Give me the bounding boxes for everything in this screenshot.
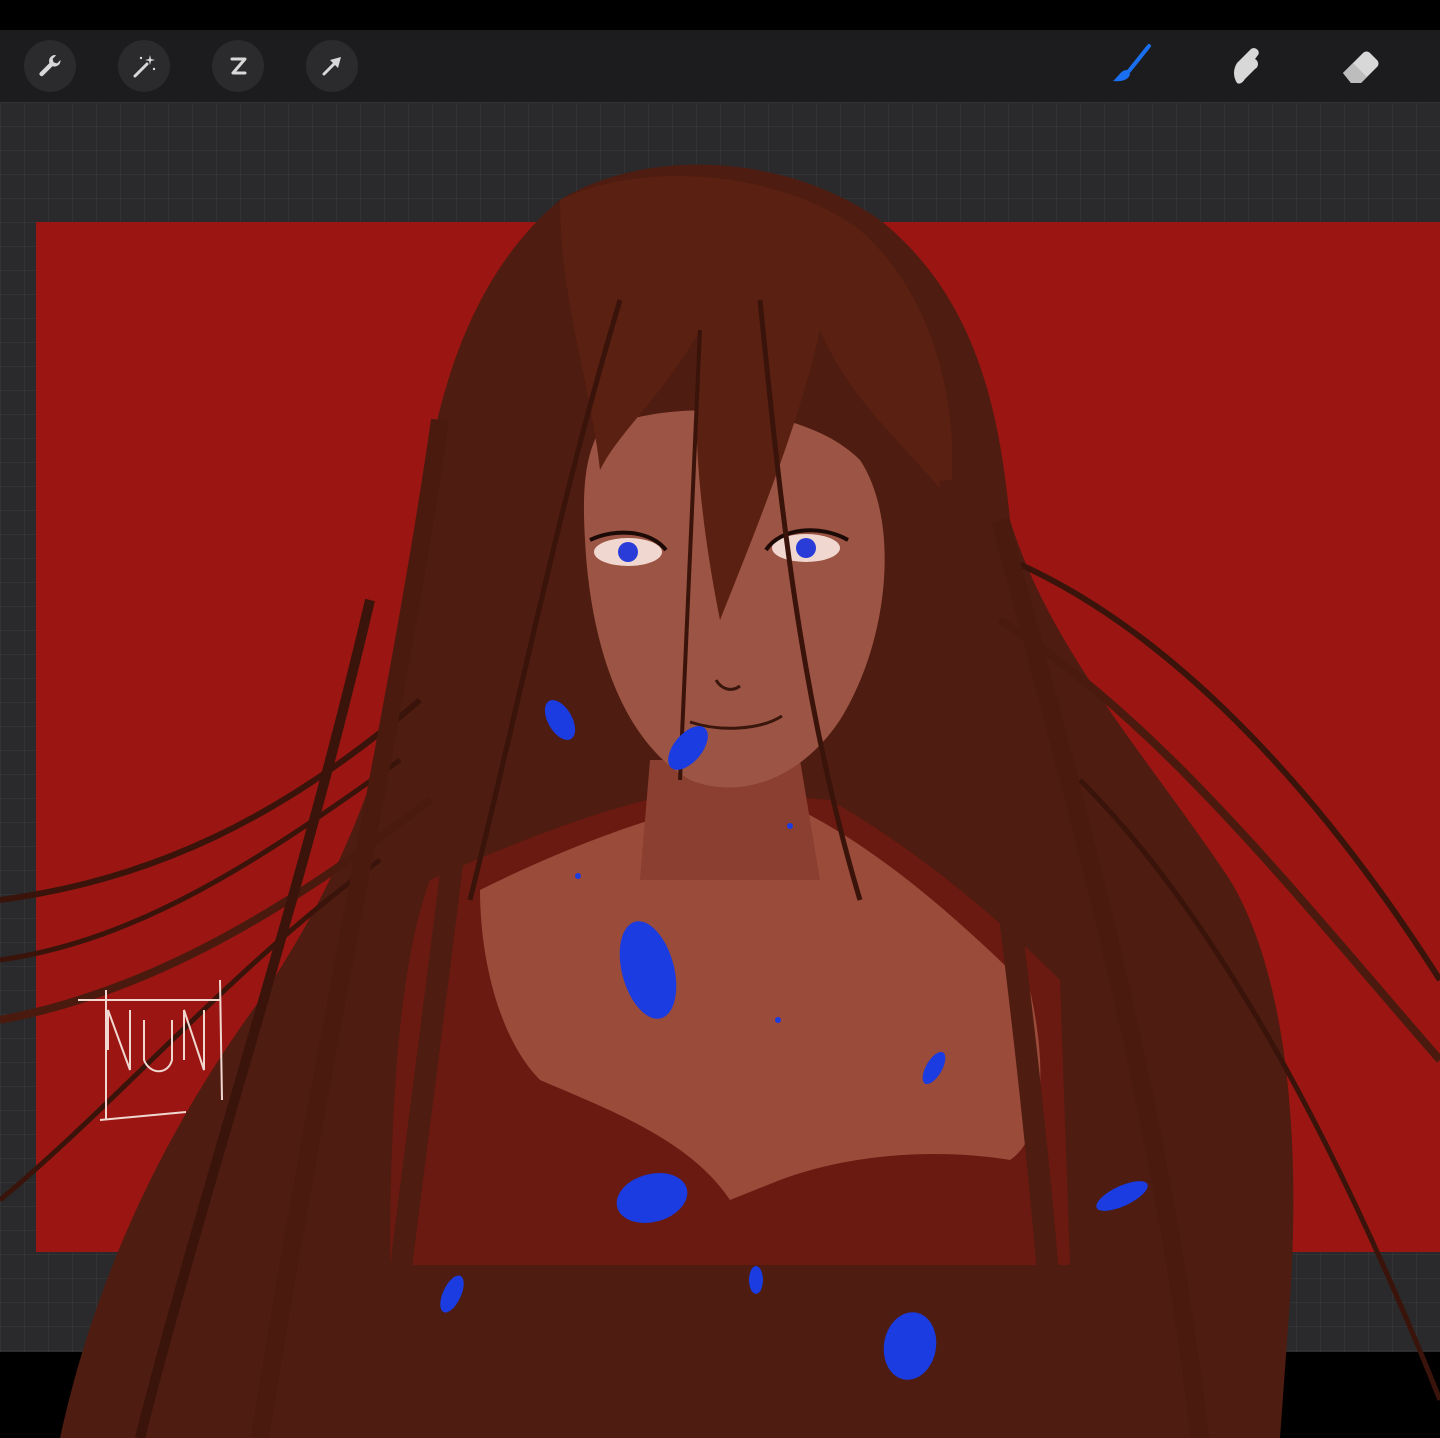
canvas-workspace[interactable] (0, 102, 1440, 1352)
brush-icon (1113, 44, 1151, 82)
eraser-icon (1343, 51, 1379, 83)
transform-button[interactable] (306, 40, 358, 92)
bottom-margin (0, 1352, 1440, 1438)
top-toolbar (0, 30, 1440, 102)
drawing-canvas[interactable] (36, 222, 1440, 1252)
actions-button[interactable] (24, 40, 76, 92)
arrow-cursor-icon (322, 57, 341, 76)
selection-s-icon (230, 57, 247, 75)
wrench-icon (39, 55, 61, 77)
smudge-finger-icon (1234, 48, 1259, 84)
smudge-button[interactable] (1222, 42, 1270, 90)
adjustments-button[interactable] (118, 40, 170, 92)
brush-button[interactable] (1108, 42, 1156, 90)
magic-wand-icon (133, 55, 156, 78)
selection-button[interactable] (212, 40, 264, 92)
eraser-button[interactable] (1336, 42, 1384, 90)
